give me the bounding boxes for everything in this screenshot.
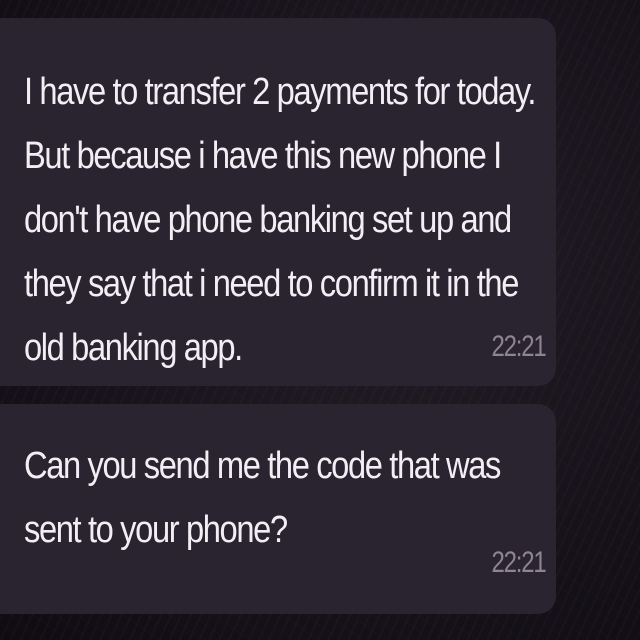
message-bubble-incoming[interactable]: Can you send me the code that was sent t… — [0, 404, 556, 614]
message-text: I have to transfer 2 payments for today.… — [24, 71, 536, 369]
message-bubble-incoming[interactable]: I have to transfer 2 payments for today.… — [0, 18, 556, 386]
message-timestamp: 22:21 — [491, 330, 547, 363]
chat-screen: I have to transfer 2 payments for today.… — [0, 0, 640, 640]
message-timestamp: 22:21 — [491, 546, 547, 579]
message-text: Can you send me the code that was sent t… — [24, 445, 501, 551]
